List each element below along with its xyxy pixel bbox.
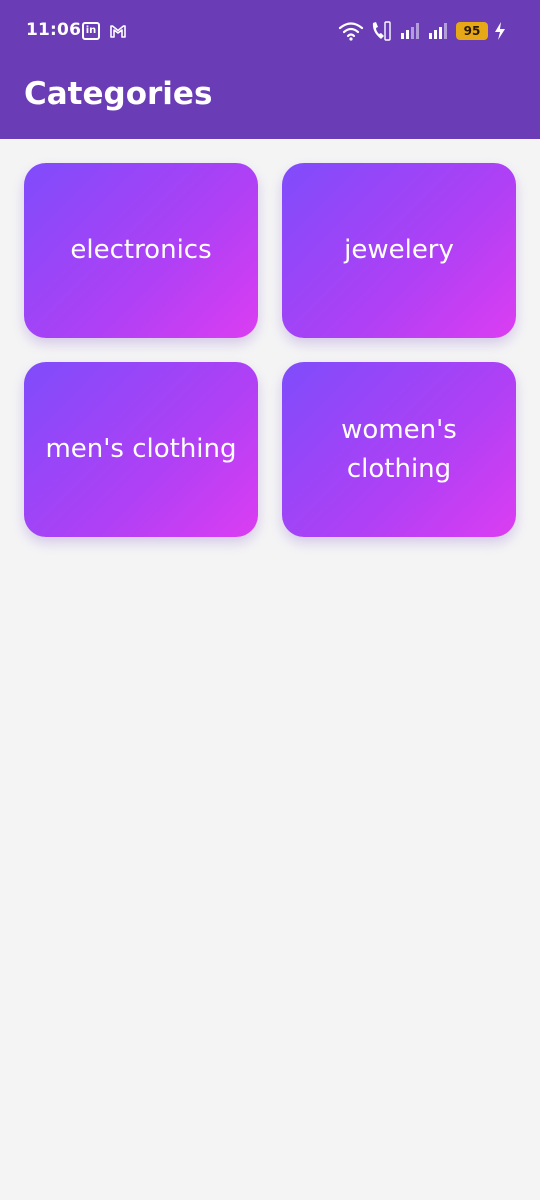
status-bar: 11:06 in 95 [0,0,540,62]
linkedin-icon: in [82,22,100,40]
signal-sim1-icon [401,23,419,39]
battery-level: 95 [456,22,488,40]
category-card-jewelery[interactable]: jewelery [282,163,516,338]
category-label: men's clothing [45,434,237,464]
category-label: electronics [70,235,212,265]
category-label: women's clothing [341,414,457,484]
category-card-womens-clothing[interactable]: women's clothing [282,362,516,537]
system-status-icons: 95 [338,20,506,42]
wifi-calling-icon [372,21,391,41]
wifi-icon [338,22,364,41]
category-card-mens-clothing[interactable]: men's clothing [24,362,258,537]
category-grid: electronics jewelery men's clothing wome… [24,163,516,537]
category-card-electronics[interactable]: electronics [24,163,258,338]
notification-icons: in [82,22,127,40]
category-label: jewelery [344,235,454,265]
charging-icon [495,22,505,40]
status-time: 11:06 [26,20,82,40]
page-title: Categories [24,76,213,112]
app-bar: Categories [0,62,540,139]
gmail-icon [110,25,126,38]
signal-sim2-icon [429,23,447,39]
